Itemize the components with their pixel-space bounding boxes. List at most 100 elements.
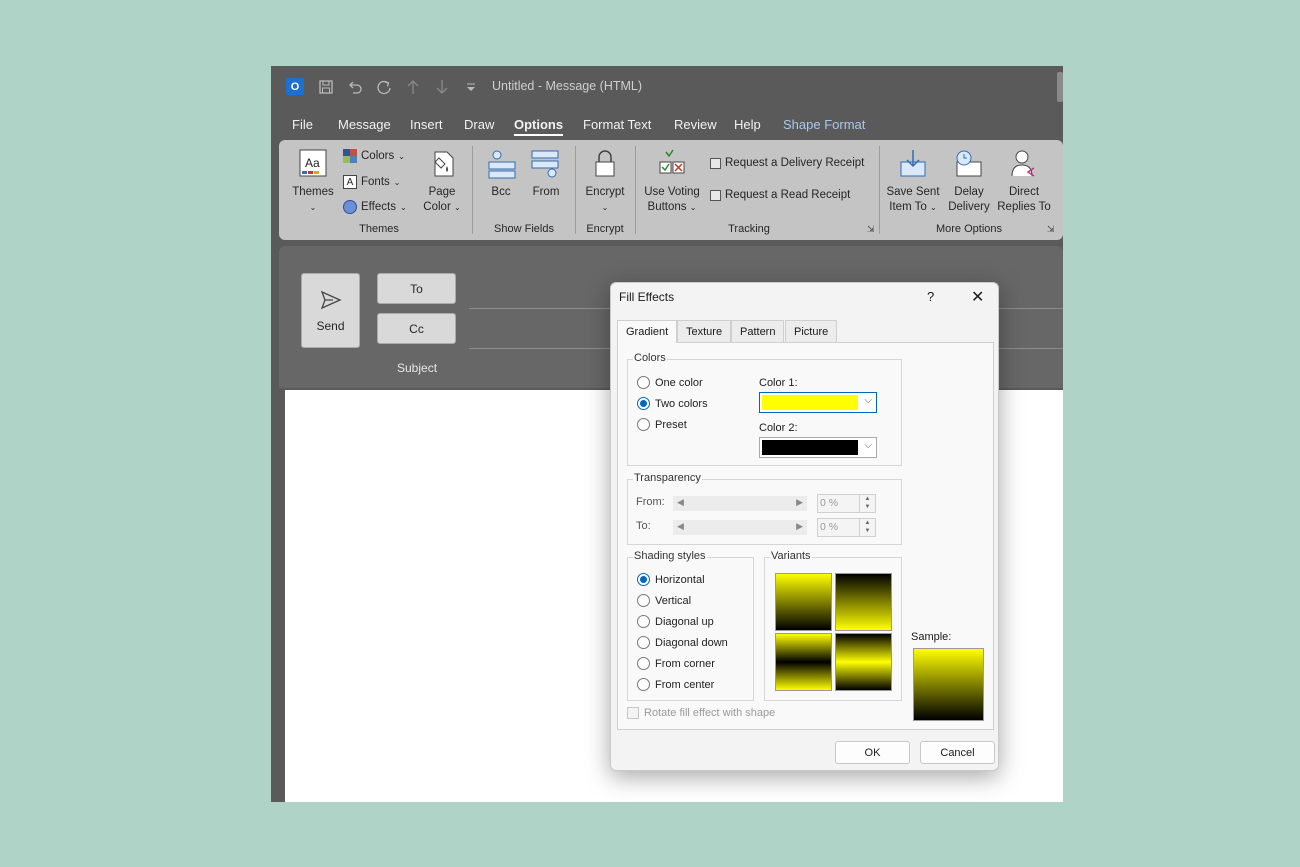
chevron-down-icon: ⌄ [601, 203, 609, 212]
shading-diagonal-down-radio[interactable]: Diagonal down [637, 636, 728, 649]
preset-label: Preset [655, 418, 687, 431]
colors-icon [343, 149, 357, 163]
effects-label: Effects [361, 201, 396, 213]
color1-picker[interactable]: ⌵ [759, 392, 877, 413]
direct-label-2: Replies To [997, 201, 1051, 213]
read-receipt-checkbox[interactable]: Request a Read Receipt [710, 189, 850, 201]
close-icon[interactable]: ✕ [971, 287, 984, 307]
effects-icon [343, 200, 357, 214]
gradient-panel: Colors One color Two colors Preset Color… [617, 342, 994, 730]
delay-label-1: Delay [954, 186, 984, 198]
shading-from-corner-radio[interactable]: From corner [637, 657, 715, 670]
variant-1[interactable] [775, 573, 832, 631]
variant-4[interactable] [835, 633, 892, 691]
fonts-label: Fonts [361, 176, 390, 188]
from-spinner[interactable]: 0 % ▲ ▼ [817, 494, 876, 513]
delivery-receipt-checkbox[interactable]: Request a Delivery Receipt [710, 157, 864, 169]
colors-label: Colors [361, 150, 395, 162]
to-slider[interactable]: ◀ ▶ [673, 520, 807, 535]
voting-label-1: Use Voting [644, 186, 700, 198]
send-label: Send [316, 319, 345, 333]
fonts-button[interactable]: A Fonts ⌄ [343, 175, 400, 189]
tab-gradient[interactable]: Gradient [617, 320, 678, 343]
tab-texture[interactable]: Texture [677, 320, 732, 342]
title-bar: O Untitled - Message (HTML) [271, 66, 1063, 108]
checkbox-box [627, 707, 639, 719]
tab-insert[interactable]: Insert [410, 117, 443, 132]
tab-picture[interactable]: Picture [785, 320, 838, 342]
one-color-radio[interactable]: One color [637, 376, 703, 389]
two-colors-radio[interactable]: Two colors [637, 397, 708, 410]
tab-options[interactable]: Options [514, 117, 564, 136]
cancel-button[interactable]: Cancel [920, 741, 995, 764]
tracking-dialog-launcher-icon[interactable]: ⇲ [867, 224, 875, 235]
page-color-button[interactable]: Page Color ⌄ [417, 148, 467, 215]
page-color-icon [434, 151, 454, 177]
tab-file[interactable]: File [292, 117, 313, 132]
ok-button[interactable]: OK [835, 741, 910, 764]
encrypt-button[interactable]: Encrypt ⌄ [581, 148, 629, 215]
tab-review[interactable]: Review [674, 117, 717, 132]
group-label-encrypt: Encrypt [586, 223, 624, 235]
shading-vertical-radio[interactable]: Vertical [637, 594, 691, 607]
up-arrow-icon[interactable] [403, 77, 423, 97]
tab-shape-format[interactable]: Shape Format [783, 117, 865, 132]
shading-horizontal-radio[interactable]: Horizontal [637, 573, 705, 586]
tab-message[interactable]: Message [338, 117, 391, 132]
redo-icon[interactable] [374, 77, 394, 97]
themes-button[interactable]: Aa Themes ⌄ [287, 148, 339, 215]
rotate-fill-checkbox[interactable]: Rotate fill effect with shape [627, 707, 775, 719]
radio-button [637, 376, 650, 389]
color1-label: Color 1: [759, 377, 798, 389]
voting-icon [659, 149, 685, 174]
two-colors-label: Two colors [655, 397, 708, 410]
tab-format-text[interactable]: Format Text [583, 117, 651, 132]
page-color-label-1: Page [428, 186, 456, 198]
effects-button[interactable]: Effects ⌄ [343, 200, 407, 214]
variant-3[interactable] [775, 633, 832, 691]
bcc-button[interactable]: Bcc [480, 148, 522, 200]
delay-delivery-icon [956, 150, 982, 177]
from-button[interactable]: From [525, 148, 567, 200]
to-label: To: [636, 520, 651, 532]
customize-quick-access-icon[interactable] [461, 77, 481, 97]
left-arrow-icon: ◀ [677, 497, 684, 507]
save-icon[interactable] [316, 77, 336, 97]
window-edge [1057, 72, 1063, 102]
shading-diagonal-up-radio[interactable]: Diagonal up [637, 615, 714, 628]
page-color-label-2: Color [423, 201, 451, 213]
voting-buttons-button[interactable]: Use Voting Buttons ⌄ [641, 148, 703, 215]
chevron-down-icon: ⌄ [399, 202, 407, 212]
delay-delivery-button[interactable]: Delay Delivery [943, 148, 995, 215]
tab-draw[interactable]: Draw [464, 117, 494, 132]
from-slider[interactable]: ◀ ▶ [673, 496, 807, 511]
direct-replies-button[interactable]: Direct Replies To [995, 148, 1053, 215]
undo-icon[interactable] [345, 77, 365, 97]
help-button[interactable]: ? [927, 289, 934, 304]
right-arrow-icon: ▶ [796, 521, 803, 531]
color2-label: Color 2: [759, 422, 798, 434]
to-spinner[interactable]: 0 % ▲ ▼ [817, 518, 876, 537]
down-arrow-icon[interactable] [432, 77, 452, 97]
to-button[interactable]: To [377, 273, 456, 304]
tab-help[interactable]: Help [734, 117, 761, 132]
lock-icon [595, 150, 615, 177]
fonts-icon: A [343, 175, 357, 189]
shading-legend: Shading styles [633, 550, 707, 562]
group-separator [635, 146, 636, 234]
save-sent-icon [900, 150, 926, 177]
group-separator [575, 146, 576, 234]
colors-button[interactable]: Colors ⌄ [343, 149, 405, 163]
save-sent-item-button[interactable]: Save Sent Item To ⌄ [885, 148, 941, 215]
radio-button-selected [637, 397, 650, 410]
more-options-dialog-launcher-icon[interactable]: ⇲ [1047, 224, 1055, 235]
outlook-logo-icon: O [286, 78, 304, 95]
variant-2[interactable] [835, 573, 892, 631]
send-button[interactable]: Send [301, 273, 360, 348]
shading-from-center-radio[interactable]: From center [637, 678, 714, 691]
preset-radio[interactable]: Preset [637, 418, 687, 431]
color2-picker[interactable]: ⌵ [759, 437, 877, 458]
color2-swatch [762, 440, 858, 455]
tab-pattern[interactable]: Pattern [731, 320, 785, 342]
cc-button[interactable]: Cc [377, 313, 456, 344]
